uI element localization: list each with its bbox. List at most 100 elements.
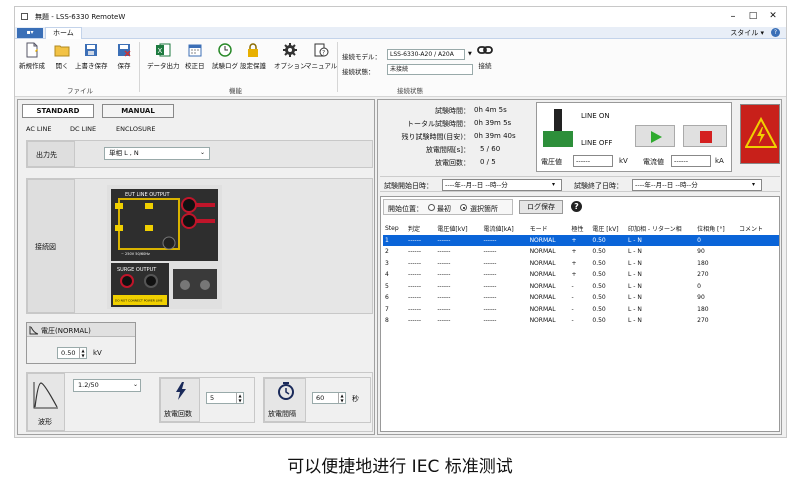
open-button[interactable]: 開く	[54, 42, 70, 70]
setting-protect-button[interactable]: 設定保護	[240, 42, 266, 70]
column-header[interactable]: コメント	[737, 223, 779, 235]
manual-button[interactable]: ? マニュアル	[305, 42, 337, 70]
spin-arrows-icon[interactable]: ▲ ▼	[338, 393, 345, 403]
log-save-button[interactable]: ログ保存	[519, 200, 563, 214]
table-cell: 0.50	[592, 282, 606, 290]
calendar-icon	[188, 44, 202, 57]
file-menu-button[interactable]: ▪▾	[17, 28, 43, 38]
tab-home[interactable]: ホーム	[45, 27, 82, 39]
tab-ac-line[interactable]: AC LINE	[26, 125, 51, 133]
calibration-button[interactable]: 校正日	[185, 42, 205, 70]
function-group-label: 機能	[229, 87, 242, 95]
table-row[interactable]: 3 ------ ------ ------ NORMAL +0.50 L - N 180	[383, 258, 779, 270]
table-cell: -	[571, 282, 574, 290]
column-header[interactable]: Step	[383, 223, 407, 235]
style-menu[interactable]: スタイル ▾	[730, 28, 764, 38]
column-header[interactable]: 判定	[406, 223, 436, 235]
table-cell: ------	[483, 282, 497, 290]
line-on-label: LINE ON	[581, 112, 610, 120]
minimize-button[interactable]: –	[726, 10, 740, 23]
wave-chevron-down-icon[interactable]: ⌄	[133, 381, 138, 388]
start-datetime-field[interactable]: ----年--月--日 --時--分	[442, 179, 562, 191]
table-cell: 4	[385, 271, 389, 279]
new-button[interactable]: 新規作成	[19, 42, 45, 70]
spin-arrows-icon[interactable]: ▲ ▼	[79, 348, 86, 358]
count-spinbox[interactable]: 5 ▲ ▼	[206, 392, 244, 404]
table-cell: ------	[437, 248, 451, 256]
table-cell: ------	[483, 305, 497, 313]
help-icon[interactable]: ?	[571, 201, 582, 212]
excel-icon: X	[156, 43, 171, 57]
svg-text:?: ?	[322, 50, 325, 57]
current-reading-unit: kA	[715, 157, 724, 165]
overwrite-save-button[interactable]: 上書き保存	[75, 42, 108, 70]
ribbon-separator	[337, 42, 338, 92]
column-header[interactable]: 電圧値[kV]	[435, 223, 482, 235]
connection-diagram: EUT LINE OUTPUT ~ 250V 50/60Hz SURGE OUT…	[107, 185, 222, 309]
table-row[interactable]: 8 ------ ------ ------ NORMAL - 0.50 L - N 270	[383, 315, 779, 327]
output-select[interactable]: 単相 L , N	[104, 147, 210, 160]
start-button[interactable]	[635, 125, 675, 147]
waveform-select[interactable]: 1.2/50	[73, 379, 141, 392]
table-cell: -	[571, 317, 574, 325]
table-cell: 90	[697, 248, 705, 256]
end-datetime-field[interactable]: ----年--月--日 --時--分	[632, 179, 762, 191]
table-cell: 0.50	[592, 294, 606, 302]
table-row[interactable]: 1 ------ ------ ------ NORMAL +0.50 L - N0	[383, 234, 779, 246]
model-dropdown-icon[interactable]: ▼	[468, 51, 472, 57]
tab-enclosure[interactable]: ENCLOSURE	[116, 125, 156, 133]
option-button[interactable]: オプション	[274, 42, 307, 70]
line-switch-icon[interactable]	[543, 109, 573, 149]
test-log-button[interactable]: 試験ログ	[212, 42, 238, 70]
column-header[interactable]: モード	[527, 223, 570, 235]
data-output-button[interactable]: X データ出力	[147, 42, 180, 70]
tab-standard[interactable]: STANDARD	[22, 104, 94, 118]
table-row[interactable]: 5 ------ ------ ------ NORMAL - 0.50 L - N 0	[383, 281, 779, 293]
column-header[interactable]: 極性	[569, 223, 591, 235]
column-header[interactable]: 電圧 [kV]	[590, 223, 626, 235]
tab-dc-line[interactable]: DC LINE	[70, 125, 96, 133]
voltage-group: 電圧(NORMAL) 0.50 ▲ ▼ kV	[26, 322, 136, 364]
interval-spinbox[interactable]: 60 ▲ ▼	[312, 392, 346, 404]
connect-button[interactable]: 接続	[477, 42, 493, 70]
clock-icon	[218, 43, 232, 57]
table-cell: 0	[697, 282, 701, 290]
radio-first[interactable]	[428, 204, 435, 211]
stop-button[interactable]	[683, 125, 727, 147]
table-cell: +	[571, 259, 577, 267]
model-select[interactable]: LSS-6330-A20 / A20A	[387, 49, 465, 60]
table-cell: ------	[437, 317, 451, 325]
table-cell: NORMAL	[529, 317, 556, 325]
column-header[interactable]: 印加相 - リターン相	[626, 223, 696, 235]
radio-selected-label: 選択箇所	[470, 205, 498, 213]
help-icon[interactable]: ?	[771, 28, 780, 37]
radio-selected[interactable]	[460, 204, 467, 211]
table-cell: ------	[435, 234, 482, 246]
table-row[interactable]: 7 ------ ------ ------ NORMAL - 0.50 L - N 180	[383, 304, 779, 316]
test-status-panel: 試験時間： 0h 4m 5s トータル試験時間： 0h 39m 5s 残り試験時…	[377, 99, 782, 435]
calendar-dropdown-icon[interactable]: ▾	[552, 181, 555, 188]
chevron-down-icon[interactable]: ⌄	[200, 149, 205, 156]
discharge-count-group: 放電回数 5 ▲ ▼	[159, 377, 255, 423]
remain-time-value: 0h 39m 40s	[474, 132, 516, 140]
table-cell: +	[571, 248, 577, 256]
data-output-label: データ出力	[147, 62, 180, 70]
output-label: 出力先	[36, 151, 57, 159]
save-button[interactable]: 保存	[116, 42, 132, 70]
table-row[interactable]: 6 ------ ------ ------ NORMAL - 0.50 L - N 90	[383, 292, 779, 304]
voltage-spinbox[interactable]: 0.50 ▲ ▼	[57, 347, 87, 359]
tab-manual[interactable]: MANUAL	[102, 104, 174, 118]
table-row[interactable]: 4 ------ ------ ------ NORMAL +0.50 L - N 270	[383, 269, 779, 281]
spin-arrows-icon[interactable]: ▲ ▼	[236, 393, 243, 403]
table-cell	[737, 281, 779, 293]
table-row[interactable]: 2 ------ ------ ------ NORMAL +0.50 L - N 90	[383, 246, 779, 258]
wave-cell: 波形	[27, 373, 65, 431]
connect-label: 接続	[478, 62, 492, 70]
column-header[interactable]: 位相角 [°]	[695, 223, 738, 235]
close-button[interactable]: ✕	[766, 10, 780, 23]
column-header[interactable]: 電流値[kA]	[481, 223, 528, 235]
table-cell: ------	[408, 282, 422, 290]
start-datetime-label: 試験開始日時：	[384, 182, 433, 190]
calendar-dropdown-icon[interactable]: ▾	[752, 181, 755, 188]
maximize-button[interactable]: □	[746, 10, 760, 23]
